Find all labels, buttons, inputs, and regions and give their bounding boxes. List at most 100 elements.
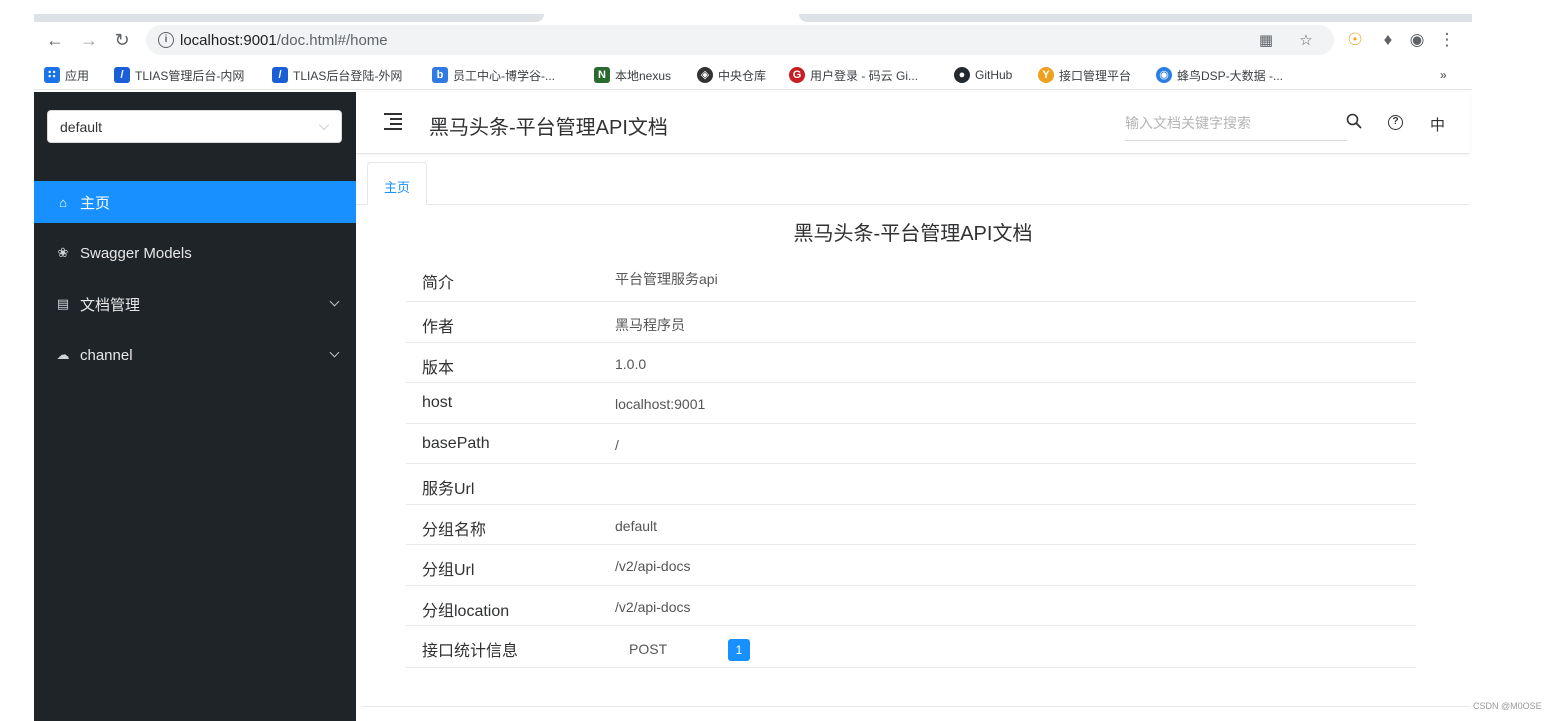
sidebar: default ⌂ 主页 ❀ Swagger Models ▤ 文档管理 ☁ c… <box>34 92 356 721</box>
group-select-value: default <box>60 119 103 135</box>
info-row-basepath: basePath / <box>406 424 1416 464</box>
info-key: 分组location <box>422 602 510 620</box>
app-header: 黑马头条-平台管理API文档 ? 中 <box>356 92 1470 154</box>
chevron-down-icon <box>319 120 329 130</box>
sidebar-item-label: 文档管理 <box>80 296 141 314</box>
back-arrow-icon[interactable]: ← <box>44 29 66 51</box>
bookmark-apps[interactable]: ∷ 应用 <box>44 66 89 84</box>
sidebar-item-home[interactable]: ⌂ 主页 <box>34 181 356 223</box>
bookmark-dsp[interactable]: ◉ 蜂鸟DSP-大数据 -... <box>1156 66 1283 84</box>
url-host: localhost:9001 <box>180 32 277 49</box>
bookmarks-overflow-button[interactable]: » <box>1440 66 1447 84</box>
browser-menu-icon[interactable]: ⋮ <box>1436 29 1458 51</box>
search-field[interactable] <box>1125 108 1347 141</box>
github-icon: ● <box>954 67 970 83</box>
info-row-group-location: 分组location /v2/api-docs <box>406 586 1416 626</box>
watermark: CSDN @M0OSE <box>1473 701 1542 711</box>
info-key: host <box>422 394 453 411</box>
site-info-icon[interactable]: i <box>158 32 174 48</box>
info-key: basePath <box>422 434 490 452</box>
chevron-down-icon <box>329 347 340 358</box>
sidebar-item-swagger-models[interactable]: ❀ Swagger Models <box>34 232 356 274</box>
forward-arrow-icon[interactable]: → <box>78 29 100 51</box>
reload-icon[interactable]: ↻ <box>111 29 133 51</box>
info-value: default <box>615 517 658 534</box>
bookmarks-bar: ∷ 应用 / TLIAS管理后台-内网 / TLIAS后台登陆-外网 b 员工中心-博学… <box>34 60 1472 90</box>
sidebar-item-label: channel <box>80 346 133 364</box>
info-value: 黑马程序员 <box>615 317 685 333</box>
maven-icon: ◈ <box>697 67 713 83</box>
info-value: 1.0.0 <box>615 355 647 372</box>
bookmark-nexus[interactable]: N 本地nexus <box>594 66 671 84</box>
browser-toolbar: ← → ↻ i localhost:9001/doc.html#/home ▦ … <box>34 22 1472 58</box>
nexus-icon: N <box>594 67 610 83</box>
models-icon: ❀ <box>57 245 69 260</box>
sidebar-item-doc-management[interactable]: ▤ 文档管理 <box>34 283 356 325</box>
extensions-puzzle-icon[interactable]: ♦ <box>1377 29 1399 51</box>
yapi-icon: Y <box>1038 67 1054 83</box>
chevron-down-icon <box>329 296 340 307</box>
cloud-icon: ☁ <box>56 347 70 362</box>
info-table: 简介 平台管理服务api 作者 黑马程序员 版本 1.0.0 host loca… <box>406 255 1416 668</box>
info-row-host: host localhost:9001 <box>406 383 1416 424</box>
bookmark-maven[interactable]: ◈ 中央仓库 <box>697 66 766 84</box>
tlias-icon: / <box>114 67 130 83</box>
info-key: 简介 <box>422 275 455 292</box>
info-key: 服务Url <box>422 481 475 498</box>
bookmark-github[interactable]: ● GitHub <box>954 66 1012 84</box>
sidebar-item-label: 主页 <box>80 194 111 212</box>
bookmark-tlias-intranet[interactable]: / TLIAS管理后台-内网 <box>114 66 244 84</box>
browser-tabstrip <box>34 14 1472 22</box>
info-row-description: 简介 平台管理服务api <box>406 255 1416 302</box>
info-key: 接口统计信息 <box>422 643 519 660</box>
help-icon[interactable]: ? <box>1388 115 1403 130</box>
sidebar-item-channel[interactable]: ☁ channel <box>34 334 356 376</box>
yapi-extension-icon[interactable]: ☉ <box>1344 29 1366 51</box>
translate-icon[interactable]: ▦ <box>1256 31 1276 49</box>
info-row-author: 作者 黑马程序员 <box>406 302 1416 343</box>
info-key: 版本 <box>422 359 455 377</box>
info-value: 平台管理服务api <box>615 271 718 287</box>
profile-avatar-icon[interactable]: ◉ <box>1406 29 1428 51</box>
info-row-group-url: 分组Url /v2/api-docs <box>406 545 1416 586</box>
info-row-version: 版本 1.0.0 <box>406 343 1416 383</box>
boxuegu-icon: b <box>432 67 448 83</box>
info-value: /v2/api-docs <box>615 558 691 574</box>
document-icon: ▤ <box>56 296 70 311</box>
browser-tab[interactable] <box>34 14 544 22</box>
info-value: / <box>615 436 619 453</box>
url-path: /doc.html#/home <box>276 32 388 49</box>
language-toggle[interactable]: 中 <box>1430 114 1445 135</box>
content-bottom-border <box>362 706 1470 707</box>
sidebar-item-label: Swagger Models <box>80 244 192 262</box>
bookmark-yapi[interactable]: Y 接口管理平台 <box>1038 66 1131 84</box>
info-row-api-stats: 接口统计信息 POST 1 <box>406 626 1416 668</box>
stats-method: POST <box>629 641 668 657</box>
search-icon[interactable] <box>1346 113 1362 129</box>
search-input[interactable] <box>1125 108 1325 138</box>
info-value: localhost:9001 <box>615 396 706 412</box>
apps-grid-icon: ∷ <box>44 67 60 83</box>
home-icon: ⌂ <box>59 194 67 210</box>
info-value: /v2/api-docs <box>615 598 691 615</box>
content-tabs: 主页 <box>356 158 1470 205</box>
tab-home[interactable]: 主页 <box>367 162 427 205</box>
browser-tab[interactable] <box>799 14 1472 22</box>
info-row-group-name: 分组名称 default <box>406 505 1416 545</box>
page-title: 黑马头条-平台管理API文档 <box>429 117 668 139</box>
tlias-icon: / <box>272 67 288 83</box>
info-key: 分组Url <box>422 562 475 579</box>
bookmark-boxuegu[interactable]: b 员工中心-博学谷-... <box>432 66 555 84</box>
info-key: 分组名称 <box>422 521 487 539</box>
globe-icon: ◉ <box>1156 67 1172 83</box>
info-key: 作者 <box>422 319 455 336</box>
menu-fold-icon[interactable] <box>384 113 402 130</box>
info-row-service-url: 服务Url <box>406 464 1416 505</box>
bookmark-gitee[interactable]: G 用户登录 - 码云 Gi... <box>789 66 918 84</box>
address-url[interactable]: localhost:9001/doc.html#/home <box>180 32 388 49</box>
bookmark-star-icon[interactable]: ☆ <box>1296 31 1316 49</box>
address-bar[interactable]: i localhost:9001/doc.html#/home ▦ ☆ <box>146 25 1334 55</box>
doc-title: 黑马头条-平台管理API文档 <box>793 223 1033 245</box>
bookmark-tlias-extranet[interactable]: / TLIAS后台登陆-外网 <box>272 66 402 84</box>
group-select[interactable]: default <box>47 110 342 143</box>
